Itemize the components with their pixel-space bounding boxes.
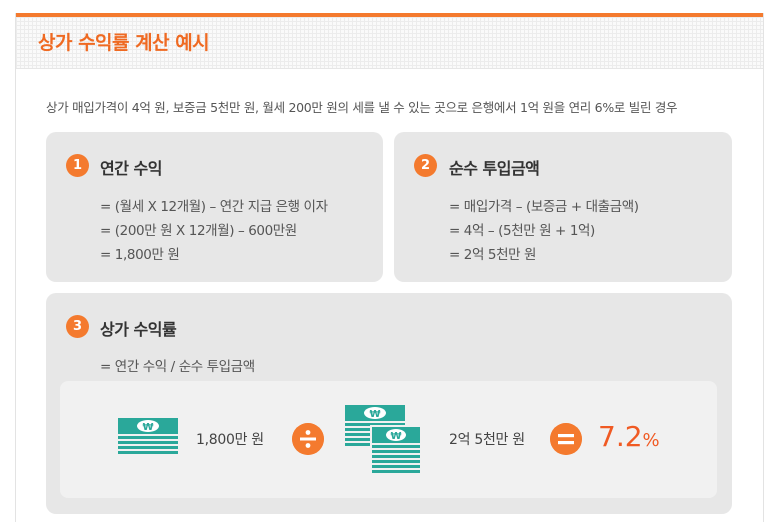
step-badge-2: 2 bbox=[414, 154, 437, 177]
currency-symbol: ₩ bbox=[390, 431, 401, 442]
banknote-icon: ₩ bbox=[118, 418, 178, 454]
card-title-net-investment: 순수 투입금액 bbox=[449, 159, 540, 178]
annual-income-value: 1,800만 원 bbox=[196, 432, 264, 448]
card-line: = 4억 – (5천만 원 + 1억) bbox=[449, 223, 595, 239]
card-title-yield: 상가 수익률 bbox=[100, 320, 177, 339]
yield-result-value: 7.2 bbox=[598, 420, 643, 453]
currency-symbol: ₩ bbox=[142, 422, 153, 433]
card-line: = (월세 X 12개월) – 연간 지급 은행 이자 bbox=[100, 199, 328, 215]
equals-icon bbox=[550, 423, 582, 455]
card-title-annual-income: 연간 수익 bbox=[100, 159, 162, 178]
intro-text: 상가 매입가격이 4억 원, 보증금 5천만 원, 월세 200만 원의 세를 … bbox=[46, 100, 678, 115]
investment-value: 2억 5천만 원 bbox=[449, 432, 525, 448]
card-line: = 연간 수익 / 순수 투입금액 bbox=[100, 359, 255, 375]
card-line: = 2억 5천만 원 bbox=[449, 247, 537, 263]
page-title: 상가 수익률 계산 예시 bbox=[38, 32, 210, 54]
card-line: = 1,800만 원 bbox=[100, 247, 180, 263]
card-line: = (200만 원 X 12개월) – 600만원 bbox=[100, 223, 297, 239]
step-badge-3: 3 bbox=[66, 315, 89, 338]
step-badge-1: 1 bbox=[66, 154, 89, 177]
divide-icon bbox=[292, 423, 324, 455]
yield-result-unit: % bbox=[642, 430, 660, 451]
card-line: = 매입가격 – (보증금 + 대출금액) bbox=[449, 199, 639, 215]
currency-symbol: ₩ bbox=[369, 409, 380, 420]
banknote-stack-icon: ₩ ₩ bbox=[345, 405, 420, 477]
yield-result: 7.2% bbox=[598, 420, 660, 453]
